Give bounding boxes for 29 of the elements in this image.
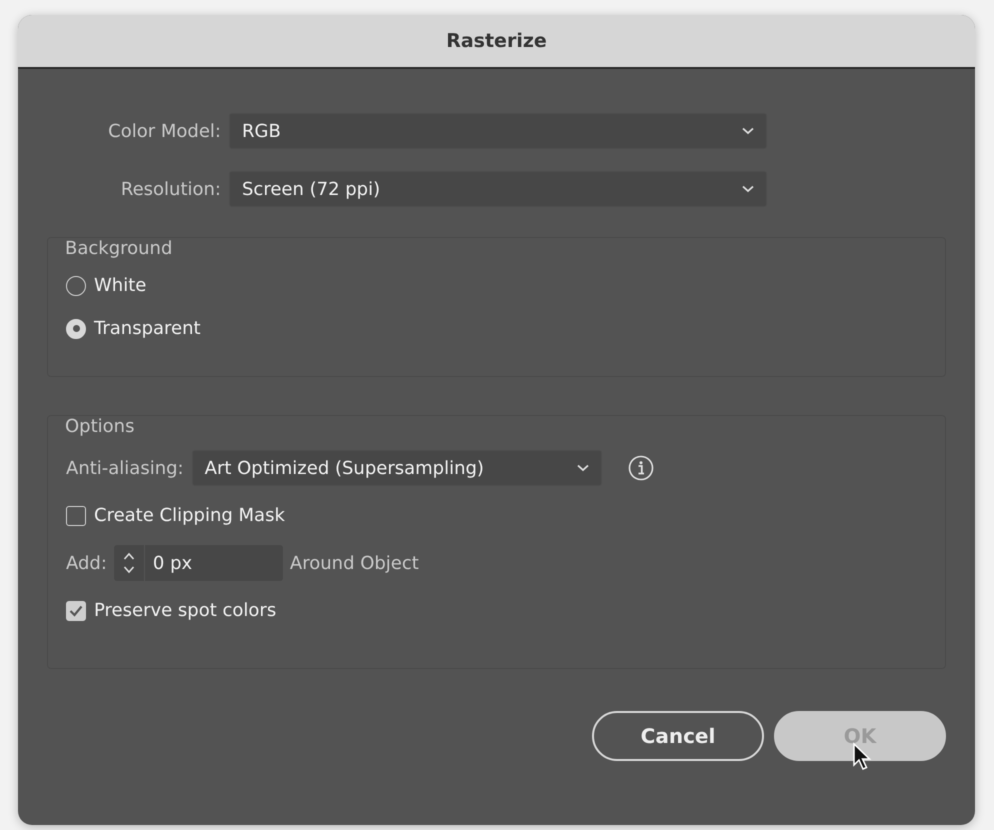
unit-label: Around Object	[290, 552, 419, 574]
chevron-down-icon	[576, 464, 589, 472]
group-title: Options	[65, 416, 134, 437]
group-title: Background	[65, 238, 172, 259]
radio-button[interactable]	[66, 276, 86, 296]
chevron-down-icon	[742, 127, 754, 135]
window-title: Rasterize	[446, 30, 547, 52]
dropdown[interactable]: RGB	[229, 113, 767, 149]
stepper-button[interactable]	[114, 545, 144, 581]
checkmark-icon	[69, 604, 83, 616]
checkbox-label[interactable]: Preserve spot colors	[94, 600, 276, 621]
radio-label[interactable]: White	[94, 275, 146, 296]
number-field[interactable]: 0 px	[144, 545, 283, 581]
info-icon[interactable]	[628, 455, 654, 481]
chevron-down-icon	[742, 185, 754, 193]
cancel-button[interactable]: Cancel	[592, 711, 764, 761]
radio-button[interactable]	[66, 318, 86, 338]
field-label: Anti-aliasing:	[66, 458, 184, 478]
field-label: Color Model:	[107, 120, 222, 142]
cursor-icon	[852, 742, 872, 772]
field-label: Resolution:	[120, 178, 222, 200]
dropdown[interactable]: Art Optimized (Supersampling)	[192, 450, 602, 486]
checkbox-label[interactable]: Create Clipping Mask	[94, 505, 285, 526]
radio-label[interactable]: Transparent	[94, 318, 201, 339]
dropdown[interactable]: Screen (72 ppi)	[229, 171, 767, 207]
checkbox[interactable]	[66, 506, 86, 526]
up-down-arrows-icon	[122, 551, 135, 575]
checkbox[interactable]	[66, 600, 86, 620]
field-label: Add:	[66, 552, 107, 574]
